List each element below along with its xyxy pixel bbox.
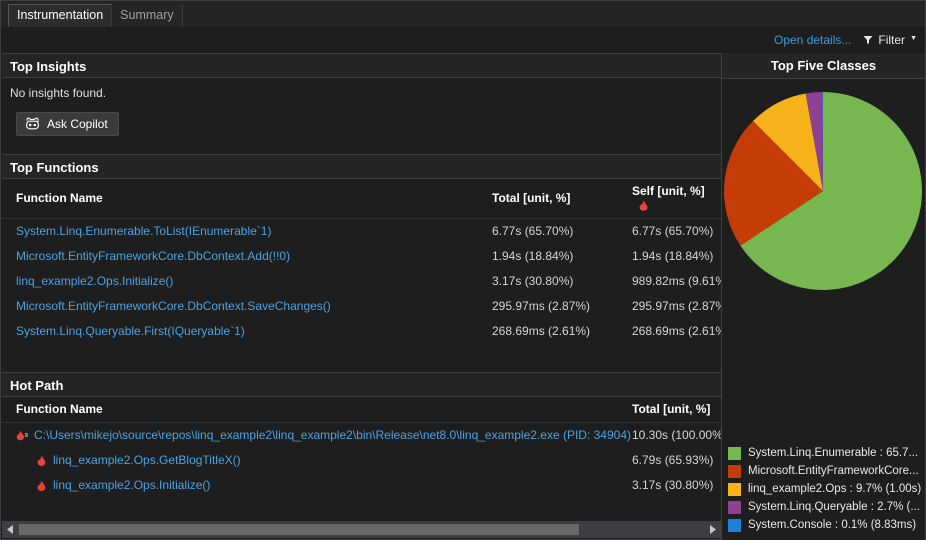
cell-total: 3.17s (30.80%)	[632, 478, 714, 492]
pie-svg[interactable]	[722, 79, 925, 304]
tab-summary[interactable]: Summary	[111, 4, 183, 27]
cell-self: 268.69ms (2.61%)	[632, 324, 721, 338]
table-row[interactable]: linq_example2.Ops.GetBlogTitleX() 6.79s …	[2, 448, 721, 473]
top-five-classes-pie-chart	[722, 79, 925, 324]
legend-color-swatch	[728, 482, 741, 496]
top-functions-table: Function Name Total [unit, %] Self [unit…	[2, 179, 721, 344]
table-row[interactable]: System.Linq.Enumerable.ToList(IEnumerabl…	[2, 219, 721, 245]
table-row[interactable]: Microsoft.EntityFrameworkCore.DbContext.…	[2, 244, 721, 269]
chart-title: Top Five Classes	[722, 53, 925, 79]
flame-icon	[37, 453, 46, 466]
col-self-label: Self [unit, %]	[632, 184, 705, 198]
table-row[interactable]: linq_example2.Ops.Initialize() 3.17s (30…	[2, 269, 721, 294]
hot-path-header: Hot Path	[2, 372, 721, 397]
col-total[interactable]: Total [unit, %]	[632, 397, 721, 423]
hot-path-body: C:\Users\mikejo\source\repos\linq_exampl…	[2, 423, 721, 499]
function-name-link[interactable]: Microsoft.EntityFrameworkCore.DbContext.…	[16, 249, 290, 263]
top-functions-header-row: Function Name Total [unit, %] Self [unit…	[2, 179, 721, 219]
col-function-name[interactable]: Function Name	[2, 397, 632, 423]
cell-total: 6.79s (65.93%)	[632, 453, 714, 467]
chevron-down-icon: ▼	[910, 34, 917, 42]
function-name-link[interactable]: linq_example2.Ops.Initialize()	[16, 274, 173, 288]
cell-total: 3.17s (30.80%)	[492, 274, 574, 288]
process-path-link[interactable]: C:\Users\mikejo\source\repos\linq_exampl…	[34, 428, 631, 442]
scroll-right-arrow-icon[interactable]	[704, 521, 721, 538]
top-insights-header: Top Insights	[2, 53, 721, 78]
legend-item[interactable]: linq_example2.Ops : 9.7% (1.00s)	[728, 480, 925, 498]
hot-path-process-cell: C:\Users\mikejo\source\repos\linq_exampl…	[2, 428, 632, 442]
table-row[interactable]: linq_example2.Ops.Initialize() 3.17s (30…	[2, 473, 721, 498]
left-pane: Top Insights No insights found. Ask Copi…	[2, 53, 721, 539]
cell-self: 6.77s (65.70%)	[632, 224, 714, 238]
legend-item[interactable]: System.Linq.Queryable : 2.7% (...	[728, 498, 925, 516]
col-function-name[interactable]: Function Name	[2, 179, 492, 219]
cell-total: 268.69ms (2.61%)	[492, 324, 591, 338]
report-toolbar: Open details... Filter ▼	[1, 27, 925, 53]
scroll-left-arrow-icon[interactable]	[2, 521, 19, 538]
cell-self: 295.97ms (2.87%)	[632, 299, 721, 313]
horizontal-scrollbar[interactable]	[2, 521, 721, 538]
function-name-link[interactable]: linq_example2.Ops.Initialize()	[53, 478, 210, 492]
top-insights-body: No insights found. Ask Copilot	[2, 78, 721, 136]
col-total[interactable]: Total [unit, %]	[492, 179, 632, 219]
hot-path-header-row: Function Name Total [unit, %]	[2, 397, 721, 423]
flame-icon	[37, 478, 46, 491]
hot-path-table: Function Name Total [unit, %] C:\Users\m…	[2, 397, 721, 498]
scrollbar-thumb[interactable]	[19, 524, 579, 535]
profiler-report-window: Instrumentation Summary Open details... …	[0, 0, 926, 540]
top-functions-header: Top Functions	[2, 154, 721, 179]
tab-summary-label: Summary	[120, 8, 174, 22]
filter-button[interactable]: Filter ▼	[863, 33, 917, 47]
cell-total: 295.97ms (2.87%)	[492, 299, 591, 313]
legend-color-swatch	[728, 446, 741, 460]
function-name-link[interactable]: Microsoft.EntityFrameworkCore.DbContext.…	[16, 299, 331, 313]
tab-instrumentation[interactable]: Instrumentation	[8, 4, 113, 27]
cell-total: 10.30s (100.00%	[632, 428, 721, 442]
legend-label: System.Console : 0.1% (8.83ms)	[748, 519, 917, 531]
cell-self: 989.82ms (9.61%)	[632, 274, 721, 288]
tab-strip: Instrumentation Summary	[1, 1, 925, 27]
table-row[interactable]: C:\Users\mikejo\source\repos\linq_exampl…	[2, 423, 721, 449]
legend-item[interactable]: System.Linq.Enumerable : 65.7...	[728, 444, 925, 462]
legend-label: System.Linq.Enumerable : 65.7...	[748, 447, 919, 459]
legend-label: System.Linq.Queryable : 2.7% (...	[748, 501, 920, 513]
table-row[interactable]: System.Linq.Queryable.First(IQueryable`1…	[2, 319, 721, 344]
right-pane: Top Five Classes System.Linq.Enumerable …	[722, 53, 925, 540]
copilot-icon	[26, 117, 39, 130]
top-functions-body: System.Linq.Enumerable.ToList(IEnumerabl…	[2, 219, 721, 345]
funnel-icon	[863, 36, 873, 44]
flame-icon	[639, 199, 648, 211]
chart-legend: System.Linq.Enumerable : 65.7... Microsof…	[722, 444, 925, 534]
no-insights-text: No insights found.	[10, 86, 107, 100]
flame-process-icon	[16, 428, 28, 440]
hot-path-function-cell: linq_example2.Ops.Initialize()	[2, 478, 632, 492]
legend-item[interactable]: Microsoft.EntityFrameworkCore...	[728, 462, 925, 480]
open-details-link[interactable]: Open details...	[774, 33, 851, 47]
function-name-link[interactable]: System.Linq.Enumerable.ToList(IEnumerabl…	[16, 224, 271, 238]
ask-copilot-button[interactable]: Ask Copilot	[16, 112, 119, 136]
tab-instrumentation-label: Instrumentation	[17, 8, 104, 22]
legend-color-swatch	[728, 464, 741, 478]
col-self[interactable]: Self [unit, %]	[632, 179, 721, 219]
legend-color-swatch	[728, 518, 741, 532]
scrollbar-track[interactable]	[19, 521, 704, 538]
function-name-link[interactable]: linq_example2.Ops.GetBlogTitleX()	[53, 453, 241, 467]
ask-copilot-label: Ask Copilot	[47, 117, 108, 131]
filter-label: Filter	[878, 33, 906, 47]
hot-path-function-cell: linq_example2.Ops.GetBlogTitleX()	[2, 453, 632, 467]
function-name-link[interactable]: System.Linq.Queryable.First(IQueryable`1…	[16, 324, 245, 338]
legend-item[interactable]: System.Console : 0.1% (8.83ms)	[728, 516, 925, 534]
legend-label: linq_example2.Ops : 9.7% (1.00s)	[748, 483, 922, 495]
legend-color-swatch	[728, 500, 741, 514]
cell-total: 6.77s (65.70%)	[492, 224, 574, 238]
cell-self: 1.94s (18.84%)	[632, 249, 714, 263]
table-row[interactable]: Microsoft.EntityFrameworkCore.DbContext.…	[2, 294, 721, 319]
legend-label: Microsoft.EntityFrameworkCore...	[748, 465, 919, 477]
cell-total: 1.94s (18.84%)	[492, 249, 574, 263]
